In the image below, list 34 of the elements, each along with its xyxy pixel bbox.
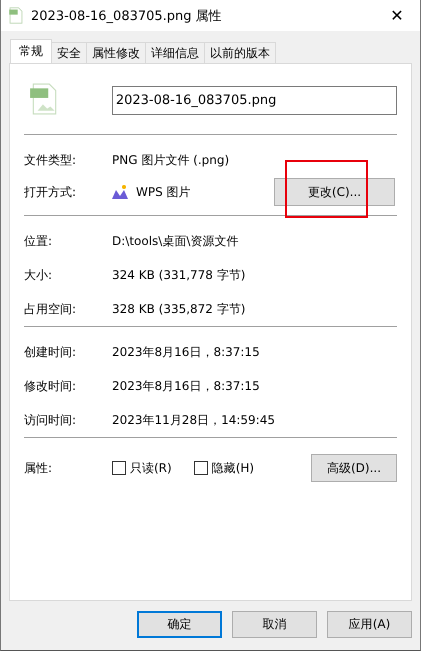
checkbox[interactable]	[112, 461, 126, 475]
field-label: 属性:	[24, 460, 54, 476]
field-label: 访问时间:	[24, 412, 78, 428]
tab[interactable]: 常规	[10, 39, 52, 63]
field-value: 324 KB (331,778 字节)	[112, 266, 246, 284]
dialog-button[interactable]: 应用(A)	[327, 611, 412, 638]
field-value: 2023年8月16日，8:37:15	[112, 344, 260, 360]
field-label: 创建时间:	[24, 344, 78, 360]
app-icon	[112, 185, 128, 199]
change-button[interactable]: 更改(C)...	[274, 178, 395, 206]
dialog-button[interactable]: 取消	[232, 611, 317, 638]
close-button[interactable]: ✕	[374, 0, 420, 31]
checkbox-label: 隐藏(H)	[212, 460, 254, 476]
field-label: 修改时间:	[24, 378, 78, 394]
app-name: WPS 图片	[136, 184, 192, 200]
field-value: 328 KB (335,872 字节)	[112, 300, 246, 318]
png-file-icon	[28, 83, 58, 115]
field-label: 位置:	[24, 232, 54, 250]
checkbox[interactable]	[194, 461, 208, 475]
advanced-button[interactable]: 高级(D)...	[311, 454, 397, 482]
field-label: 占用空间:	[24, 300, 78, 318]
field-value: D:\tools\桌面\资源文件	[112, 232, 238, 250]
field-label: 文件类型:	[24, 152, 78, 168]
file-name-field[interactable]: 2023-08-16_083705.png	[112, 86, 397, 114]
checkbox-label: 只读(R)	[130, 460, 172, 476]
field-label: 大小:	[24, 266, 54, 284]
png-file-icon	[9, 7, 23, 24]
tab[interactable]: 以前的版本	[204, 42, 276, 63]
field-value: 2023年11月28日，14:59:45	[112, 412, 275, 428]
field-label: 打开方式:	[24, 184, 78, 200]
dialog-button[interactable]: 确定	[137, 611, 222, 638]
field-value: 2023年8月16日，8:37:15	[112, 378, 260, 394]
window-title: 2023-08-16_083705.png 属性	[31, 8, 223, 24]
field-value: PNG 图片文件 (.png)	[112, 152, 230, 168]
